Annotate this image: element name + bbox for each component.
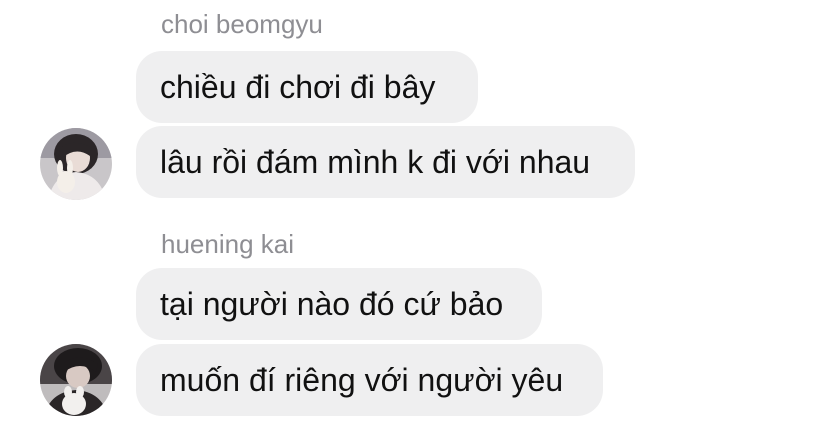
message-text: tại người nào đó cứ bảo <box>160 285 504 322</box>
avatar[interactable] <box>40 344 112 416</box>
message-text: muốn đí riêng với người yêu <box>160 361 564 398</box>
message-bubble[interactable]: muốn đí riêng với người yêu <box>136 344 603 416</box>
sender-name: huening kai <box>161 229 294 259</box>
sender-name: choi beomgyu <box>161 9 323 39</box>
message-bubble[interactable]: tại người nào đó cứ bảo <box>136 268 542 340</box>
user-avatar-icon <box>40 128 112 200</box>
message-bubble[interactable]: chiều đi chơi đi bây <box>136 51 478 123</box>
avatar[interactable] <box>40 128 112 200</box>
user-avatar-icon <box>40 344 112 416</box>
message-text: lâu rồi đám mình k đi với nhau <box>160 143 591 180</box>
chat-thread: choi beomgyu chiều đi chơi đi bây lâu rồ… <box>0 0 828 428</box>
message-bubble[interactable]: lâu rồi đám mình k đi với nhau <box>136 126 635 198</box>
message-text: chiều đi chơi đi bây <box>160 68 436 105</box>
